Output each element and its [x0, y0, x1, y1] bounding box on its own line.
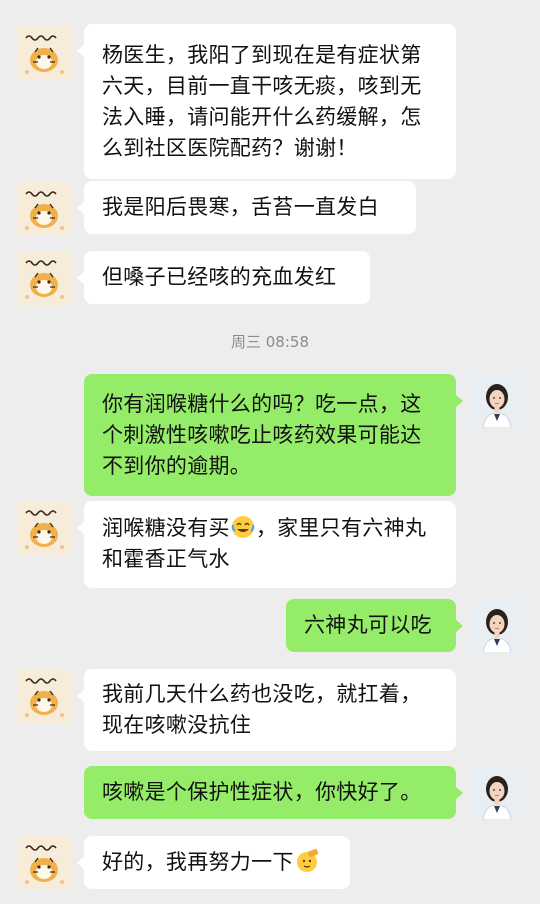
message-text: 杨医生，我阳了到现在是有症状第六天，目前一直干咳无痰，咳到无法入睡，请问能开什么… — [102, 43, 422, 160]
contact-avatar[interactable] — [17, 669, 71, 723]
incoming-message-bubble[interactable]: 润喉糖没有买 ，家里只有六神丸和霍香正气水 — [77, 501, 456, 588]
incoming-message-bubble[interactable]: 我前几天什么药也没吃，就扛着，现在咳嗽没抗住 — [77, 669, 456, 751]
contact-avatar[interactable] — [17, 501, 71, 555]
incoming-message-bubble[interactable]: 好的，我再努力一下 — [77, 836, 350, 889]
message-text: 润喉糖没有买 — [102, 516, 230, 540]
contact-avatar[interactable] — [17, 251, 71, 305]
outgoing-message-bubble[interactable]: 六神丸可以吃 — [286, 599, 463, 652]
saluting-face-emoji — [296, 849, 318, 872]
outgoing-message-bubble[interactable]: 你有润喉糖什么的吗？吃一点，这个刺激性咳嗽吃止咳药效果可能达不到你的逾期。 — [84, 374, 463, 496]
contact-avatar[interactable] — [17, 836, 71, 890]
outgoing-message-bubble[interactable]: 咳嗽是个保护性症状，你快好了。 — [84, 766, 463, 819]
doctor-avatar[interactable] — [470, 374, 524, 428]
doctor-avatar[interactable] — [470, 766, 524, 820]
doctor-avatar[interactable] — [470, 599, 524, 653]
message-text: 但嗓子已经咳的充血发红 — [102, 265, 337, 289]
message-text: 咳嗽是个保护性症状，你快好了。 — [102, 780, 422, 804]
message-text: 我是阳后畏寒，舌苔一直发白 — [102, 195, 379, 219]
contact-avatar[interactable] — [17, 26, 71, 80]
message-text: 好的，我再努力一下 — [102, 850, 294, 874]
message-text: 我前几天什么药也没吃，就扛着，现在咳嗽没抗住 — [102, 682, 422, 737]
incoming-message-bubble[interactable]: 我是阳后畏寒，舌苔一直发白 — [77, 181, 416, 234]
message-text: 六神丸可以吃 — [304, 613, 432, 637]
contact-avatar[interactable] — [17, 182, 71, 236]
laughing-crying-emoji — [231, 516, 255, 538]
message-text: 你有润喉糖什么的吗？吃一点，这个刺激性咳嗽吃止咳药效果可能达不到你的逾期。 — [102, 392, 422, 478]
incoming-message-bubble[interactable]: 杨医生，我阳了到现在是有症状第六天，目前一直干咳无痰，咳到无法入睡，请问能开什么… — [77, 24, 456, 179]
chat-timestamp: 周三 08:58 — [231, 333, 309, 351]
incoming-message-bubble[interactable]: 但嗓子已经咳的充血发红 — [77, 251, 370, 304]
